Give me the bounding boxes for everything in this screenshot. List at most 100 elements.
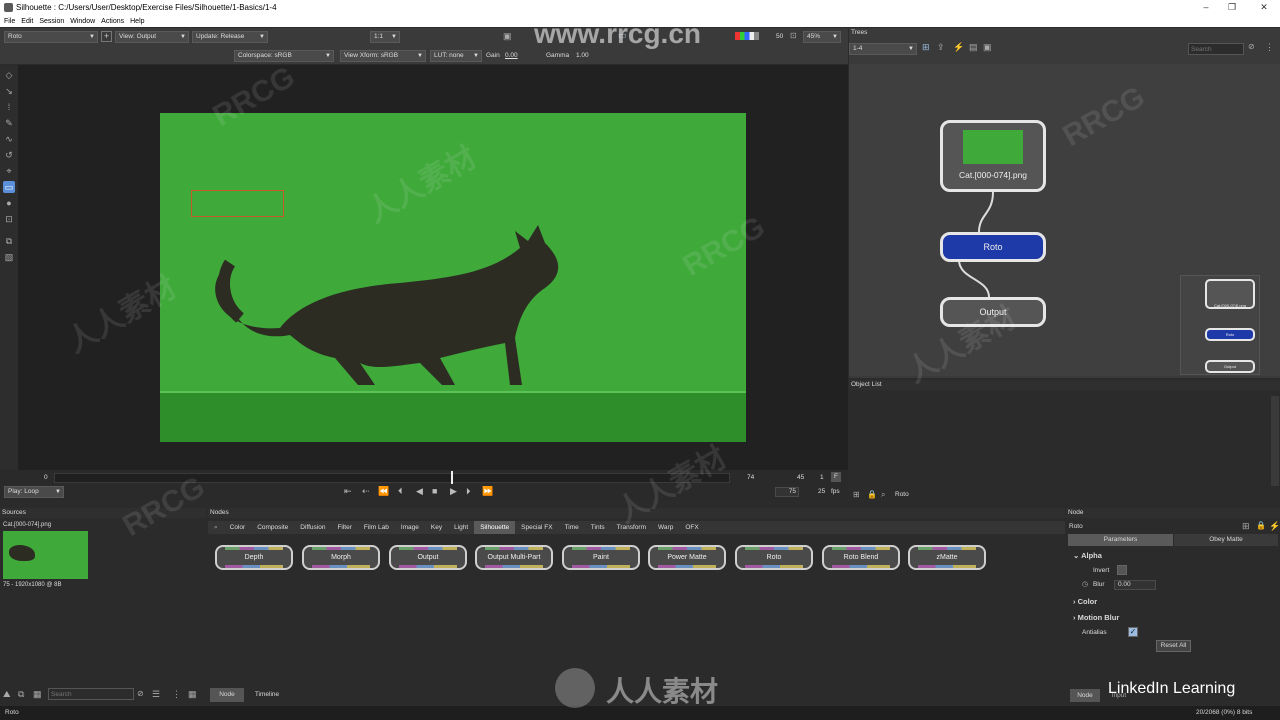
flash-icon[interactable]: ⚡ [953,42,964,53]
color-section[interactable]: › Color [1073,597,1097,606]
reset-all-button[interactable]: Reset All [1156,640,1191,652]
tab-tints[interactable]: Tints [585,521,611,534]
tool-dropdown[interactable]: Roto ▼ [4,31,98,43]
fit-icon[interactable]: ⊡ [790,31,797,40]
search-icon[interactable]: ⌕ [881,490,885,500]
menu-edit[interactable]: Edit [21,16,33,27]
step-value[interactable]: 1 [820,474,824,481]
transform-tool-icon[interactable]: ↘ [3,85,15,97]
close-button[interactable]: ✕ [1254,2,1274,13]
menu-help[interactable]: Help [130,16,144,27]
tab-diffusion[interactable]: Diffusion [294,521,331,534]
menu-window[interactable]: Window [70,16,95,27]
bin-icon[interactable]: ⧉ [18,689,24,700]
view-dropdown[interactable]: View: Output ▼ [115,31,189,43]
tab-silhouette[interactable]: Silhouette [474,521,516,534]
tab-warp[interactable]: Warp [652,521,679,534]
zoom-dropdown[interactable]: 45% ▼ [803,31,841,43]
alpha-section[interactable]: ⌄ Alpha [1073,551,1102,560]
zoom-ratio-dropdown[interactable]: 1:1 ▼ [370,31,400,43]
lock-icon[interactable]: 🔒 [867,490,877,499]
tab-parameters[interactable]: Parameters [1068,534,1173,546]
brush-tool-icon[interactable]: ⌖ [3,165,15,177]
menu-actions[interactable]: Actions [101,16,124,27]
grid-view-icon[interactable]: ⋮ [172,689,181,700]
media-icon[interactable]: ⛰ [3,689,11,700]
xspline-tool-icon[interactable]: ↺ [3,149,15,161]
play-icon[interactable]: ▶ [450,486,457,497]
node-depth[interactable]: Depth [215,545,293,570]
tab-timeline[interactable]: Timeline [247,688,287,702]
tab-light[interactable]: Light [448,521,474,534]
tab-filter[interactable]: Filter [331,521,357,534]
menu-session[interactable]: Session [39,16,64,27]
clear-search-icon[interactable]: ⊘ [1248,42,1255,51]
animate-icon[interactable]: ◷ [1082,580,1088,588]
total-frames[interactable]: 75 [775,487,799,497]
point-tool-icon[interactable]: ⁞ [3,101,15,113]
sources-search-input[interactable] [48,688,134,700]
camera-icon[interactable]: ▣ [503,31,512,42]
play-mode-dropdown[interactable]: Play: Loop ▼ [4,486,64,498]
clear-search-icon[interactable]: ⊘ [137,689,144,698]
node-paint[interactable]: Paint [562,545,640,570]
tree-dropdown[interactable]: 1-4 ▼ [849,43,917,55]
object-list-item[interactable]: Roto [895,491,909,498]
play-reverse-icon[interactable]: ◀ [416,486,423,497]
tab-key[interactable]: Key [425,521,448,534]
channel-selector[interactable] [735,32,759,40]
thumb-view-icon[interactable]: ▦ [188,689,197,700]
add-tree-icon[interactable]: ⊞ [922,42,930,53]
import-icon[interactable]: ⇪ [937,42,945,53]
node-graph-navigator[interactable]: Cat.[000-074].png Roto Output [1180,275,1260,375]
maximize-button[interactable]: ❐ [1222,2,1242,13]
fps-value[interactable]: 25 [818,488,825,495]
film-icon[interactable]: ▦ [33,689,42,700]
more-icon[interactable]: ⋮ [1265,42,1274,53]
view-xform-dropdown[interactable]: View Xform: sRGB ▼ [340,50,426,62]
roto-node[interactable]: Roto [940,232,1046,262]
lock-icon[interactable]: 🔒 [1256,521,1266,530]
step-forward-icon[interactable]: ⏵ [466,486,471,497]
source-node[interactable]: Cat.[000-074].png [940,120,1046,192]
bspline-tool-icon[interactable]: ∿ [3,133,15,145]
antialias-checkbox[interactable]: ✓ [1128,627,1138,637]
flash-icon[interactable]: ⚡ [1269,521,1280,532]
tab-node-params[interactable]: Node [1070,689,1100,702]
folder-icon[interactable]: ▤ [969,42,978,53]
pen-tool-icon[interactable]: ✎ [3,117,15,129]
tab-time[interactable]: Time [559,521,585,534]
search-icon[interactable]: ⌕ [208,521,224,534]
node-roto-blend[interactable]: Roto Blend [822,545,900,570]
stop-icon[interactable]: ■ [432,486,437,496]
invert-checkbox[interactable] [1117,565,1127,575]
tab-node[interactable]: Node [210,688,244,702]
node-power-matte[interactable]: Power Matte [648,545,726,570]
node-zmatte[interactable]: zMatte [908,545,986,570]
tab-film-lab[interactable]: Film Lab [358,521,395,534]
square-tool-icon[interactable]: ⊡ [3,213,15,225]
node-graph[interactable]: Cat.[000-074].png Roto Output Cat.[000-0… [849,64,1280,376]
add-icon[interactable]: ⊞ [1242,521,1250,532]
end-frame[interactable]: 45 [797,474,804,481]
add-tool-button[interactable]: + [101,31,112,42]
save-icon[interactable]: ▣ [983,42,992,53]
tab-composite[interactable]: Composite [251,521,294,534]
ellipse-tool-icon[interactable]: ● [3,197,15,209]
layer-tool-icon[interactable]: ⧉ [3,235,15,247]
node-morph[interactable]: Morph [302,545,380,570]
lut-dropdown[interactable]: LUT: none ▼ [430,50,482,62]
node-output[interactable]: Output [389,545,467,570]
minimize-button[interactable]: – [1196,2,1216,12]
tab-ofx[interactable]: OFX [679,521,704,534]
motion-blur-section[interactable]: › Motion Blur [1073,613,1119,622]
tab-special-fx[interactable]: Special FX [515,521,558,534]
menu-file[interactable]: File [4,16,15,27]
mask-tool-icon[interactable]: ▧ [3,251,15,263]
step-back-icon[interactable]: ⏴ [398,486,403,497]
update-dropdown[interactable]: Update: Release ▼ [192,31,268,43]
node-output-multi-part[interactable]: Output Multi-Part [475,545,553,570]
frame-flag-button[interactable]: F [831,472,841,482]
add-object-icon[interactable]: ⊞ [853,490,860,499]
trees-search-input[interactable] [1188,43,1244,55]
